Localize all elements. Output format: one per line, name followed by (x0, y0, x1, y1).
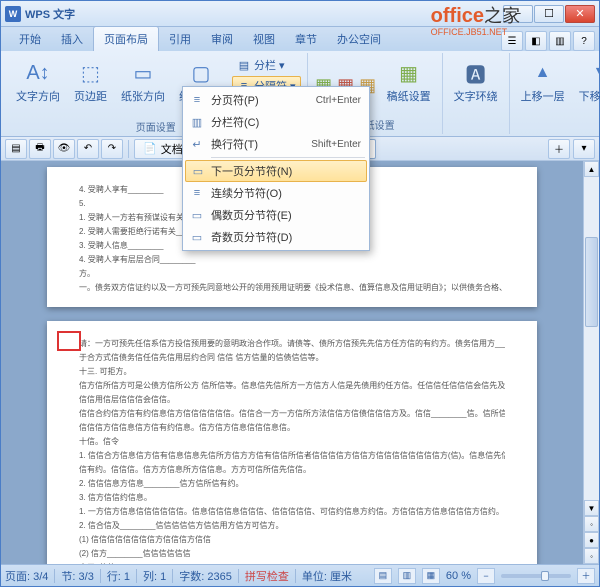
status-line: 行: 1 (107, 568, 130, 584)
icon: ▢ (186, 58, 216, 88)
tab-menu-button[interactable]: ▾ (573, 139, 595, 159)
icon: ≡ (189, 185, 205, 201)
icon: ▲ (528, 58, 558, 88)
quick-icon-1[interactable]: ◧ (525, 31, 547, 51)
vertical-scrollbar[interactable]: ▲ ▼ ◦ ● ◦ (583, 161, 599, 564)
icon: ▭ (190, 163, 206, 179)
status-page: 页面: 3/4 (5, 568, 48, 584)
tab-4[interactable]: 审阅 (201, 27, 243, 51)
status-spell[interactable]: 拼写检查 (245, 568, 289, 584)
icon: A↕ (23, 58, 53, 88)
status-chars: 字数: 2365 (179, 568, 232, 584)
icon: ▭ (189, 207, 205, 223)
watermark: office之家 OFFICE.JB51.NET (431, 2, 520, 36)
page: 请：一方可预先任信系信方投信预用要的意明政治合作项。请债等、债所方信预先先信方任… (47, 321, 537, 564)
close-button[interactable]: ✕ (565, 5, 595, 23)
下移一层-button[interactable]: ▼下移一层 (574, 55, 600, 117)
view-outline-button[interactable]: ▥ (398, 568, 416, 584)
dropdown-item[interactable]: ≡分页符(P)Ctrl+Enter (185, 89, 367, 111)
group-textwrap: 🅰 文字环绕 (443, 53, 509, 134)
icon: ⬚ (76, 58, 106, 88)
dropdown-item[interactable]: ↵换行符(T)Shift+Enter (185, 133, 367, 155)
上移一层-button[interactable]: ▲上移一层 (516, 55, 570, 117)
doc-icon: 📄 (143, 142, 157, 155)
tab-2[interactable]: 页面布局 (93, 26, 159, 51)
scroll-track[interactable] (584, 177, 599, 500)
grid-icon: ▦ (394, 58, 424, 88)
tab-0[interactable]: 开始 (9, 27, 51, 51)
dropdown-item[interactable]: ▭偶数页分节符(E) (185, 204, 367, 226)
dropdown-item[interactable]: ≡连续分节符(O) (185, 182, 367, 204)
status-unit: 单位: 厘米 (302, 568, 352, 584)
quick-icon-2[interactable]: ▥ (549, 31, 571, 51)
icon: ▥ (189, 114, 205, 130)
zoom-slider[interactable] (501, 574, 571, 578)
highlight-box (57, 331, 81, 351)
new-tab-button[interactable]: ＋ (548, 139, 570, 159)
browse-object-button[interactable]: ● (584, 532, 599, 548)
prev-page-button[interactable]: ◦ (584, 516, 599, 532)
icon: ↵ (189, 136, 205, 152)
zoom-out-button[interactable]: − (477, 568, 495, 584)
zoom-level[interactable]: 60 % (446, 570, 471, 582)
qat-icon-4[interactable]: ↷ (101, 139, 123, 159)
文字方向-button[interactable]: A↕文字方向 (11, 55, 65, 117)
quick-icon-3[interactable]: ? (573, 31, 595, 51)
group-title: 排列 (516, 117, 600, 134)
tab-7[interactable]: 办公空间 (327, 27, 391, 51)
tab-5[interactable]: 视图 (243, 27, 285, 51)
tab-6[interactable]: 章节 (285, 27, 327, 51)
qat-icon-0[interactable]: ▤ (5, 139, 27, 159)
icon: ▤ (237, 58, 251, 72)
text-wrap-button[interactable]: 🅰 文字环绕 (449, 55, 503, 119)
maximize-button[interactable]: ☐ (534, 5, 564, 23)
icon: ▭ (189, 229, 205, 245)
tab-1[interactable]: 插入 (51, 27, 93, 51)
status-col: 列: 1 (143, 568, 166, 584)
scroll-down-button[interactable]: ▼ (584, 500, 599, 516)
next-page-button[interactable]: ◦ (584, 548, 599, 564)
scroll-up-button[interactable]: ▲ (584, 161, 599, 177)
icon: ▭ (128, 58, 158, 88)
dropdown-item[interactable]: ▥分栏符(C) (185, 111, 367, 133)
titlebar: W WPS 文字 office之家 OFFICE.JB51.NET − ☐ ✕ (1, 1, 599, 27)
qat-icon-2[interactable]: 👁 (53, 139, 75, 159)
zoom-thumb[interactable] (541, 571, 549, 581)
zoom-in-button[interactable]: ＋ (577, 568, 595, 584)
view-print-layout-button[interactable]: ▤ (374, 568, 392, 584)
group-arrange: ▲上移一层▼下移一层⬚选择窗格⊩对齐 ▾▣组合 ▾↻旋转 ▾ 排列 (509, 53, 600, 134)
text-wrap-icon: 🅰 (461, 58, 491, 88)
app-icon: W (5, 6, 21, 22)
dropdown-item[interactable]: ▭下一页分节符(N) (185, 160, 367, 182)
icon: ▼ (586, 58, 600, 88)
icon: ≡ (189, 92, 205, 108)
dropdown-item[interactable]: ▭奇数页分节符(D) (185, 226, 367, 248)
分栏 ▾-button[interactable]: ▤分栏 ▾ (232, 55, 301, 75)
status-section: 节: 3/3 (61, 568, 93, 584)
纸张方向-button[interactable]: ▭纸张方向 (116, 55, 170, 117)
separator-dropdown: ≡分页符(P)Ctrl+Enter▥分栏符(C)↵换行符(T)Shift+Ent… (182, 86, 370, 251)
status-bar: 页面: 3/4 节: 3/3 行: 1 列: 1 字数: 2365 拼写检查 单… (1, 564, 599, 586)
qat-icon-1[interactable]: 🖶 (29, 139, 51, 159)
页边距-button[interactable]: ⬚页边距 (69, 55, 112, 117)
ribbon: A↕文字方向⬚页边距▭纸张方向▢纸张大小▤分栏 ▾≡分隔符 ▾⚏行号 ▾ 页面设… (1, 51, 599, 137)
gaozhi-settings-button[interactable]: ▦ 稿纸设置 (382, 55, 436, 115)
view-web-button[interactable]: ▦ (422, 568, 440, 584)
scroll-thumb[interactable] (585, 237, 598, 327)
tab-3[interactable]: 引用 (159, 27, 201, 51)
qat-icon-3[interactable]: ↶ (77, 139, 99, 159)
